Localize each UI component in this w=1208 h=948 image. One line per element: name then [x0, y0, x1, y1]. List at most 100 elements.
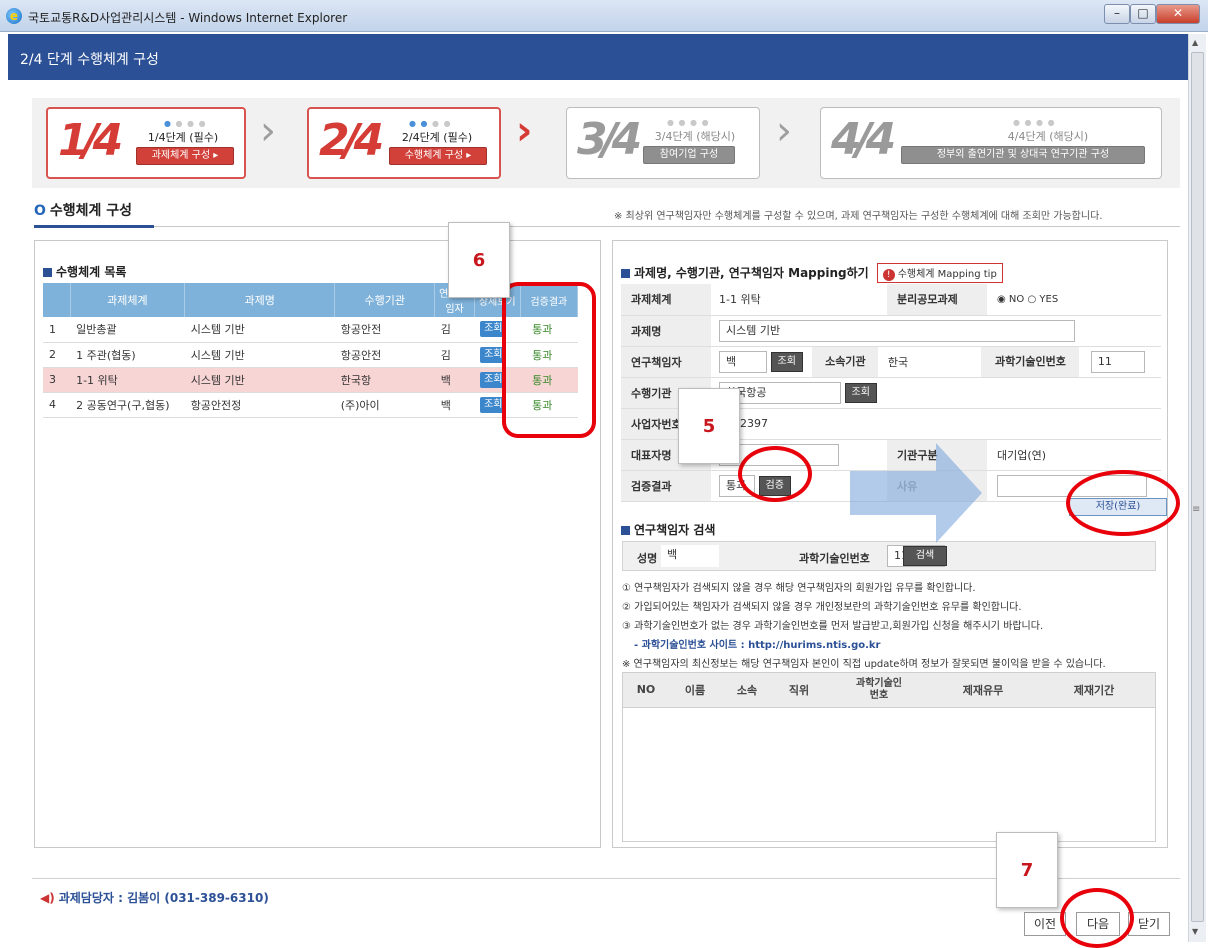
affil-value: 한국: [887, 355, 909, 369]
col-no: NO: [623, 673, 669, 708]
step-dots-icon: ● ● ● ●: [409, 119, 452, 128]
annotation-highlight: [1066, 470, 1180, 536]
step-3-number: 3/4: [577, 114, 642, 165]
col-sanction: 제재유무: [933, 673, 1033, 708]
note-1: ① 연구책임자가 검색되지 않을 경우 해당 연구책임자의 회원가입 유무를 확…: [622, 583, 976, 594]
pi-result-list: NO 이름 소속 직위 과학기술인 번호 제재유무 제재기간: [622, 672, 1156, 842]
col-affil: 소속: [721, 673, 773, 708]
contact-info: ◀) 과제담당자 : 김봄이 (031-389-6310): [40, 891, 269, 905]
chevron-right-icon: ›: [260, 108, 276, 154]
row-org: (주)아이: [334, 392, 435, 418]
name-label: 과제명: [621, 315, 711, 347]
arrow-right-icon: [850, 443, 982, 543]
row-no: 2: [43, 342, 71, 368]
square-icon: [621, 269, 630, 278]
orgtype-value: 대기업(연): [987, 439, 1161, 471]
pi-search-box: 성명 백 과학기술인번호 11 검색: [622, 541, 1156, 571]
step-2-button[interactable]: 수행체계 구성 ▸: [389, 147, 487, 165]
window-titlebar: e 국토교통R&D사업관리시스템 - Windows Internet Expl…: [0, 0, 1208, 32]
pi-label: 연구책임자: [621, 346, 711, 378]
step-1-button[interactable]: 과제체계 구성 ▸: [136, 147, 234, 165]
row-pi: 백: [434, 367, 475, 393]
step-4[interactable]: 4/4 ● ● ● ● 4/4단계 (해당시) 정부외 출연기관 및 상대국 연…: [820, 107, 1162, 179]
square-icon: [621, 526, 630, 535]
row-name: 시스템 기반: [184, 342, 335, 368]
separate-label: 분리공모과제: [887, 284, 987, 316]
row-name: 항공안전정: [184, 392, 335, 418]
step-1[interactable]: 1/4 ● ● ● ● 1/4단계 (필수) 과제체계 구성 ▸: [46, 107, 246, 179]
chevron-right-icon: ›: [516, 108, 533, 154]
step-4-status: 4/4단계 (해당시): [1007, 130, 1089, 143]
pi-field[interactable]: 백: [719, 350, 767, 373]
sci-label: 과학기술인번호: [981, 346, 1080, 377]
col-blank: [43, 283, 71, 317]
row-system: 1-1 위탁: [70, 367, 185, 393]
step-2-status: 2/4단계 (필수): [401, 131, 473, 144]
step-3[interactable]: 3/4 ● ● ● ● 3/4단계 (해당시) 참여기업 구성: [566, 107, 760, 179]
name-field[interactable]: 시스템 기반: [719, 319, 1075, 342]
annotation-label: 7: [996, 832, 1058, 908]
table-row[interactable]: 2 1 주관(협동) 시스템 기반 항공안전 김 조회 통과: [43, 342, 578, 368]
scroll-down-icon[interactable]: ▼: [1192, 927, 1198, 936]
search-name-label: 성명: [637, 552, 658, 565]
divider-accent: [34, 225, 154, 228]
search-name-field[interactable]: 백: [661, 545, 719, 567]
radio-yes-icon[interactable]: ○: [1027, 294, 1036, 305]
close-button[interactable]: 닫기: [1128, 912, 1170, 936]
row-org: 한국항: [334, 367, 435, 393]
note-2: ② 가입되어있는 책임자가 검색되지 않을 경우 개인정보란의 과학기술인번호 …: [622, 602, 1022, 613]
scrollbar[interactable]: ▲ ≡ ▼: [1188, 34, 1206, 942]
col-name: 이름: [669, 673, 721, 708]
system-value: 1-1 위탁: [711, 284, 887, 316]
divider: [34, 226, 1180, 227]
table-row-selected[interactable]: 3 1-1 위탁 시스템 기반 한국항 백 조회 통과: [43, 367, 578, 393]
scrollbar-thumb[interactable]: [1191, 52, 1204, 922]
sci-field[interactable]: 11: [1090, 350, 1145, 373]
search-button[interactable]: 검색: [903, 546, 947, 566]
annotation-highlight: [1060, 888, 1134, 948]
maximize-icon[interactable]: □: [1130, 4, 1156, 24]
row-pi: 김: [434, 317, 475, 343]
pi-result-table: NO 이름 소속 직위 과학기술인 번호 제재유무 제재기간: [623, 673, 1155, 708]
window-title: 국토교통R&D사업관리시스템 - Windows Internet Explor…: [28, 11, 348, 25]
row-org: 항공안전: [334, 317, 435, 343]
annotation-highlight: [738, 446, 812, 502]
search-sci-label: 과학기술인번호: [799, 552, 870, 565]
minimize-icon[interactable]: –: [1104, 4, 1130, 24]
ie-logo-icon: e: [6, 8, 22, 24]
col-org: 수행기관: [334, 283, 436, 317]
close-icon[interactable]: ✕: [1156, 4, 1200, 24]
system-label: 과제체계: [621, 284, 711, 316]
right-panel-title: 과제명, 수행기관, 연구책임자 Mapping하기! 수행체계 Mapping …: [621, 263, 1003, 283]
chevron-right-icon: ›: [776, 108, 792, 154]
table-row[interactable]: 4 2 공동연구(구,협동) 항공안전정 (주)아이 백 조회 통과: [43, 392, 578, 418]
speaker-icon: ◀): [40, 891, 55, 905]
sci-site-link[interactable]: - 과학기술인번호 사이트 : http://hurims.ntis.go.kr: [634, 636, 880, 651]
annotation-label: 5: [678, 388, 740, 464]
mapping-tip-button[interactable]: ! 수행체계 Mapping tip: [876, 263, 1003, 283]
note-3: ③ 과학기술인번호가 없는 경우 과학기술인번호를 먼저 발급받고,회원가입 신…: [622, 621, 1044, 632]
row-org: 항공안전: [334, 342, 435, 368]
col-sanction-period: 제재기간: [1033, 673, 1155, 708]
row-system: 2 공동연구(구,협동): [70, 392, 185, 418]
scroll-up-icon[interactable]: ▲: [1192, 38, 1198, 47]
step-1-number: 1/4: [58, 115, 123, 166]
step-progress: 1/4 ● ● ● ● 1/4단계 (필수) 과제체계 구성 ▸ › 2/4 ●…: [32, 98, 1180, 188]
system-table: 과제체계 과제명 수행기관 연구 책임자 상세보기 검증결과 1 일반총괄 시스…: [43, 283, 579, 418]
annotation-label: 6: [448, 222, 510, 298]
separate-radio-group: ◉ NO ○ YES: [987, 284, 1161, 316]
row-name: 시스템 기반: [184, 367, 335, 393]
step-2[interactable]: 2/4 ● ● ● ● 2/4단계 (필수) 수행체계 구성 ▸: [307, 107, 501, 179]
table-row[interactable]: 1 일반총괄 시스템 기반 항공안전 김 조회 통과: [43, 317, 578, 343]
bizno-value: 3142397: [711, 408, 1161, 440]
org-search-button[interactable]: 조회: [844, 382, 877, 403]
pi-search-button[interactable]: 조회: [770, 351, 803, 372]
col-system: 과제체계: [70, 283, 186, 317]
page-title: 2/4 단계 수행체계 구성: [20, 52, 159, 68]
radio-no-icon[interactable]: ◉: [997, 294, 1006, 305]
step-4-button[interactable]: 정부외 출연기관 및 상대국 연구기관 구성: [901, 146, 1145, 164]
step-dots-icon: ● ● ● ●: [164, 119, 207, 128]
step-3-button[interactable]: 참여기업 구성: [643, 146, 735, 164]
circle-icon: O: [34, 203, 46, 219]
pi-search-title: 연구책임자 검색: [621, 521, 715, 538]
